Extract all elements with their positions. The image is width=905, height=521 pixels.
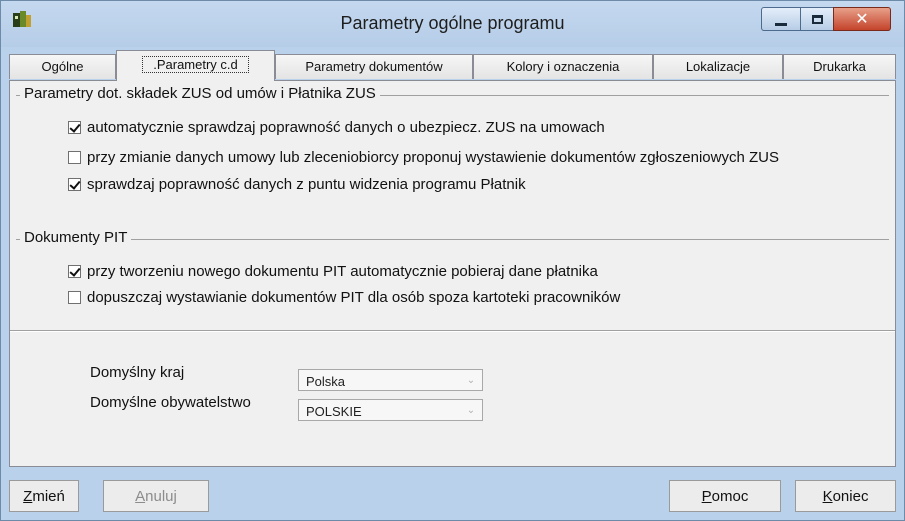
end-button[interactable]: Koniec (795, 480, 896, 512)
title-bar[interactable]: Parametry ogólne programu ✕ (1, 1, 904, 47)
change-button-label: mień (32, 487, 65, 505)
dialog-window: Parametry ogólne programu ✕ Ogólne .Para… (0, 0, 905, 521)
tab-panel: Parametry dot. składek ZUS od umów i Pła… (9, 80, 896, 467)
tab-kolory-i-oznaczenia[interactable]: Kolory i oznaczenia (473, 54, 653, 79)
pit-option-auto-payer-label: przy tworzeniu nowego dokumentu PIT auto… (87, 263, 598, 280)
end-button-accel: K (822, 487, 833, 505)
default-citizenship-select[interactable]: POLSKIE ⌄ (298, 399, 483, 421)
zus-option-platnik-check-label: sprawdzaj poprawność danych z puntu widz… (87, 176, 526, 193)
pit-group-title: Dokumenty PIT (20, 229, 132, 246)
tab-parametry-dokumentow[interactable]: Parametry dokumentów (275, 54, 473, 79)
tab-lokalizacje[interactable]: Lokalizacje (653, 54, 783, 79)
zus-option-auto-check[interactable]: automatycznie sprawdzaj poprawność danyc… (68, 119, 605, 136)
chevron-down-icon[interactable]: ⌄ (460, 370, 482, 390)
section-divider (10, 330, 895, 332)
default-country-select[interactable]: Polska ⌄ (298, 369, 483, 391)
cancel-button[interactable]: Anuluj (103, 480, 209, 512)
change-button[interactable]: Zmień (9, 480, 79, 512)
close-icon: ✕ (855, 9, 869, 28)
pit-option-auto-payer[interactable]: przy tworzeniu nowego dokumentu PIT auto… (68, 263, 598, 280)
chevron-down-icon[interactable]: ⌄ (460, 400, 482, 420)
checkbox-icon[interactable] (68, 151, 81, 164)
checkbox-icon[interactable] (68, 265, 81, 278)
default-citizenship-label: Domyślne obywatelstwo (90, 394, 251, 411)
cancel-button-label: nuluj (145, 487, 177, 505)
tab-drukarka[interactable]: Drukarka (783, 54, 896, 79)
tab-strip: Ogólne .Parametry c.d Parametry dokument… (9, 50, 896, 81)
pit-option-outside-employees[interactable]: dopuszczaj wystawianie dokumentów PIT dl… (68, 289, 620, 306)
help-button-accel: P (701, 487, 712, 505)
checkbox-icon[interactable] (68, 178, 81, 191)
zus-option-propose-docs[interactable]: przy zmianie danych umowy lub zleceniobi… (68, 149, 779, 166)
tab-parametry-cd[interactable]: .Parametry c.d (116, 50, 275, 81)
tab-ogolne[interactable]: Ogólne (9, 54, 116, 79)
tab-parametry-cd-label: .Parametry c.d (142, 56, 249, 73)
change-button-accel: Z (23, 487, 33, 505)
default-citizenship-value: POLSKIE (306, 404, 362, 419)
default-country-value: Polska (306, 374, 346, 389)
maximize-icon (811, 14, 823, 24)
close-button[interactable]: ✕ (833, 7, 891, 31)
maximize-button[interactable] (800, 7, 834, 31)
minimize-button[interactable] (761, 7, 801, 31)
zus-option-platnik-check[interactable]: sprawdzaj poprawność danych z puntu widz… (68, 176, 526, 193)
zus-option-propose-docs-label: przy zmianie danych umowy lub zleceniobi… (87, 149, 779, 166)
cancel-button-accel: A (135, 487, 146, 505)
footer-bar: Zmień Anuluj Pomoc Koniec (9, 480, 896, 514)
help-button[interactable]: Pomoc (669, 480, 781, 512)
minimize-icon (775, 22, 787, 26)
pit-option-outside-employees-label: dopuszczaj wystawianie dokumentów PIT dl… (87, 289, 621, 306)
default-country-label: Domyślny kraj (90, 364, 185, 381)
end-button-label: oniec (832, 487, 869, 505)
checkbox-icon[interactable] (68, 121, 81, 134)
help-button-label: omoc (711, 487, 749, 505)
checkbox-icon[interactable] (68, 291, 81, 304)
pit-group-border (16, 239, 889, 240)
zus-option-auto-check-label: automatycznie sprawdzaj poprawność danyc… (87, 119, 605, 136)
zus-group-title: Parametry dot. składek ZUS od umów i Pła… (20, 85, 380, 102)
